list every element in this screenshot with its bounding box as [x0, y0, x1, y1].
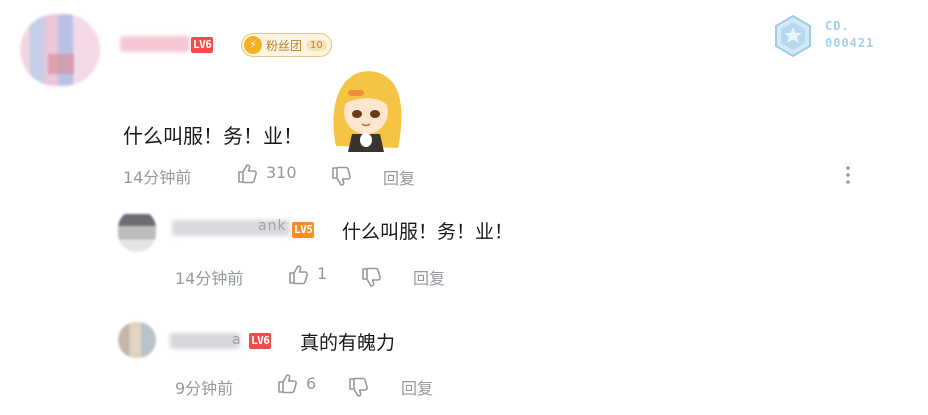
like-count: 1	[317, 264, 328, 283]
comment-text: 什么叫服！务！业！	[123, 124, 303, 148]
reply-text: 真的有魄力	[300, 332, 396, 354]
reply-text: 什么叫服！务！业！	[342, 221, 514, 243]
fan-badge-label: 粉丝团	[266, 38, 303, 53]
medal-icon	[775, 15, 811, 57]
reply-username-text: a	[232, 332, 241, 348]
reply-time: 14分钟前	[175, 269, 244, 288]
sticker-image	[333, 71, 402, 152]
reply-avatar[interactable]	[118, 322, 156, 358]
more-options-icon[interactable]	[842, 164, 854, 186]
medal-code: CD. 000421	[825, 18, 874, 52]
reply-avatar[interactable]	[118, 210, 156, 252]
level-badge: LV6	[191, 37, 214, 53]
reply-button[interactable]: 回复	[413, 265, 445, 289]
reply-button[interactable]: 回复	[401, 375, 433, 399]
medal-code-line1: CD.	[825, 19, 850, 33]
medal-code-line2: 000421	[825, 36, 875, 50]
thumbs-up-icon[interactable]	[236, 163, 258, 185]
thumbs-down-icon[interactable]	[360, 266, 382, 288]
thumbs-up-icon[interactable]	[287, 264, 309, 286]
reply-username-text: ank	[258, 218, 287, 234]
avatar[interactable]	[20, 14, 100, 86]
fan-badge-level: 10	[306, 39, 327, 51]
reply-button[interactable]: 回复	[383, 165, 415, 189]
lightning-icon: ⚡	[244, 36, 262, 54]
fan-badge[interactable]: ⚡ 粉丝团 10	[241, 33, 332, 57]
level-badge: LV6	[249, 333, 272, 349]
like-count: 6	[306, 374, 317, 393]
level-badge: LV5	[292, 222, 315, 238]
username[interactable]	[120, 36, 190, 52]
comment-time: 14分钟前	[123, 168, 192, 187]
thumbs-down-icon[interactable]	[330, 165, 352, 187]
thumbs-down-icon[interactable]	[347, 376, 369, 398]
like-count: 310	[266, 163, 297, 182]
thumbs-up-icon[interactable]	[276, 373, 298, 395]
reply-time: 9分钟前	[175, 379, 234, 398]
reply-username[interactable]	[170, 333, 240, 349]
